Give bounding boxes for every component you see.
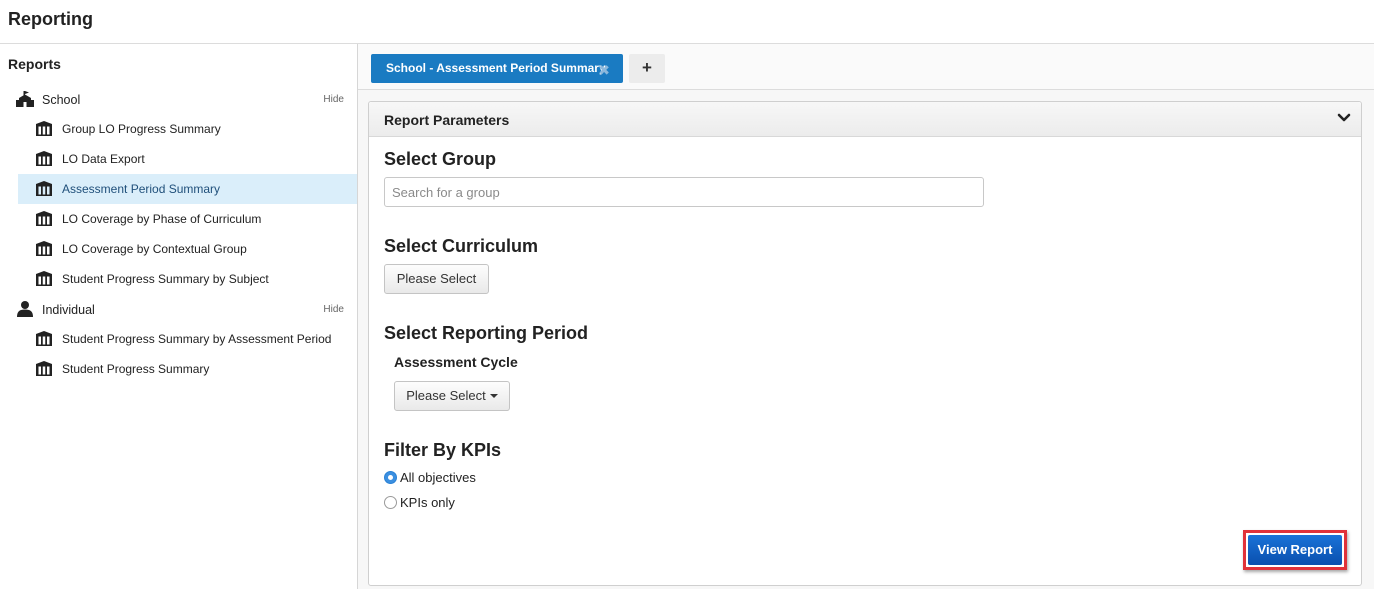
sidebar-item-label: Student Progress Summary by Subject [62, 272, 269, 286]
panel-header[interactable]: Report Parameters [369, 102, 1361, 137]
sidebar-group-individual[interactable]: Individual Hide [14, 298, 344, 322]
report-icon [36, 151, 52, 166]
school-icon [16, 91, 34, 107]
filter-kpis-title: Filter By KPIs [384, 440, 502, 460]
view-report-button[interactable]: View Report [1248, 535, 1342, 565]
sidebar-item-label: LO Coverage by Contextual Group [62, 242, 247, 256]
person-icon [17, 301, 33, 317]
report-icon [36, 331, 52, 346]
report-icon [36, 121, 52, 136]
hide-individual-link[interactable]: Hide [323, 304, 344, 315]
panel-title: Report Parameters [384, 112, 510, 128]
select-group-title: Select Group [384, 149, 497, 169]
close-icon[interactable]: ✖ [598, 62, 610, 79]
report-icon [36, 211, 52, 226]
caret-down-icon [489, 394, 498, 398]
assessment-cycle-label: Assessment Cycle [394, 354, 518, 370]
tab-label: School - Assessment Period Summary [386, 61, 606, 75]
sidebar-item-lo-coverage-by-contextual-group[interactable]: LO Coverage by Contextual Group [18, 234, 357, 264]
group-search-input[interactable] [384, 177, 984, 207]
sidebar-item-label: Group LO Progress Summary [62, 122, 221, 136]
sidebar-item-student-progress-summary[interactable]: Student Progress Summary [18, 354, 357, 384]
sidebar-item-label: LO Coverage by Phase of Curriculum [62, 212, 262, 226]
report-tab-bar: School - Assessment Period Summary ✖ + [358, 44, 1374, 90]
radio-button-checked[interactable] [384, 471, 397, 484]
radio-button[interactable] [384, 496, 397, 509]
sidebar-item-student-progress-by-assessment-period[interactable]: Student Progress Summary by Assessment P… [18, 324, 357, 354]
sidebar-item-student-progress-by-subject[interactable]: Student Progress Summary by Subject [18, 264, 357, 294]
report-icon [36, 241, 52, 256]
main-content: School - Assessment Period Summary ✖ + R… [358, 44, 1374, 589]
app-header: Reporting [0, 0, 1374, 44]
report-parameters-panel: Report Parameters Select Group Select Cu… [368, 101, 1362, 586]
select-reporting-period-title: Select Reporting Period [384, 323, 589, 343]
sidebar-item-group-lo-progress-summary[interactable]: Group LO Progress Summary [18, 114, 357, 144]
sidebar-group-label: School [42, 93, 81, 107]
dropdown-label: Please Select [406, 388, 486, 403]
curriculum-select-button[interactable]: Please Select [384, 264, 489, 294]
select-curriculum-title: Select Curriculum [384, 236, 539, 256]
sidebar-item-label: Student Progress Summary [62, 362, 210, 376]
sidebar: Reports School Hide Group LO Progress Su… [0, 44, 358, 589]
sidebar-item-label: LO Data Export [62, 152, 145, 166]
sidebar-group-school[interactable]: School Hide [14, 88, 344, 112]
sidebar-item-lo-data-export[interactable]: LO Data Export [18, 144, 357, 174]
tab-school-assessment-period-summary[interactable]: School - Assessment Period Summary ✖ [371, 54, 623, 83]
sidebar-item-lo-coverage-by-phase[interactable]: LO Coverage by Phase of Curriculum [18, 204, 357, 234]
page-title: Reporting [8, 9, 93, 29]
sidebar-item-label: Student Progress Summary by Assessment P… [62, 332, 332, 346]
sidebar-item-label: Assessment Period Summary [62, 182, 221, 196]
report-icon [36, 181, 52, 196]
sidebar-group-label: Individual [42, 303, 95, 317]
report-icon [36, 271, 52, 286]
chevron-down-icon[interactable] [1337, 111, 1351, 125]
assessment-cycle-dropdown[interactable]: Please Select [394, 381, 510, 411]
report-icon [36, 361, 52, 376]
sidebar-item-assessment-period-summary[interactable]: Assessment Period Summary [18, 174, 357, 204]
radio-label: KPIs only [400, 495, 455, 510]
sidebar-title: Reports [8, 56, 61, 72]
radio-label: All objectives [400, 470, 476, 485]
hide-school-link[interactable]: Hide [323, 94, 344, 105]
add-tab-button[interactable]: + [629, 54, 665, 83]
view-report-highlight: View Report [1243, 530, 1347, 570]
